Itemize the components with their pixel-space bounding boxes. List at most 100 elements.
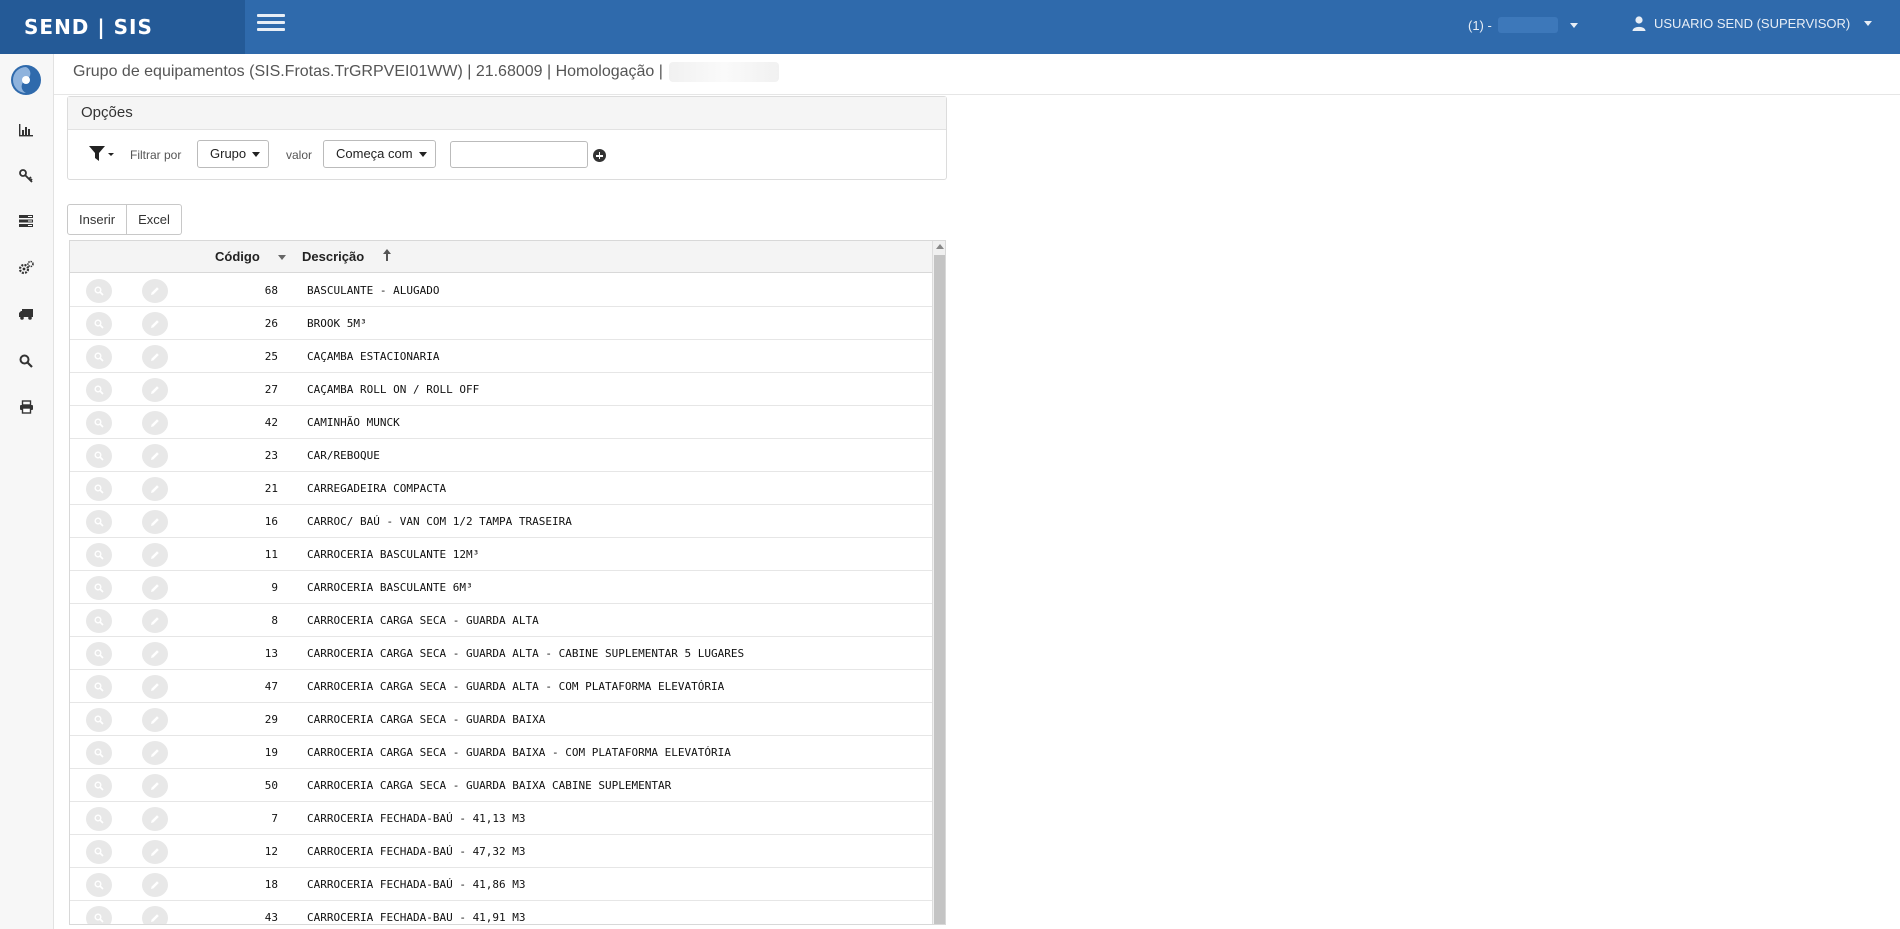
pencil-icon xyxy=(151,782,159,790)
edit-record-button[interactable] xyxy=(142,378,168,402)
edit-record-button[interactable] xyxy=(142,411,168,435)
table-row[interactable]: 12 CARROCERIA FECHADA-BAÚ - 47,32 M3 xyxy=(70,835,932,868)
table-row[interactable]: 27 CAÇAMBA ROLL ON / ROLL OFF xyxy=(70,373,932,406)
magnifier-icon xyxy=(94,748,104,758)
table-row[interactable]: 16 CARROC/ BAÚ - VAN COM 1/2 TAMPA TRASE… xyxy=(70,505,932,538)
view-record-button[interactable] xyxy=(86,312,112,336)
edit-record-button[interactable] xyxy=(142,708,168,732)
options-panel: Opções Filtrar por Grupo valor Começa co… xyxy=(67,96,947,180)
edit-record-button[interactable] xyxy=(142,873,168,897)
value-label: valor xyxy=(286,148,313,162)
printer-icon[interactable] xyxy=(16,397,36,417)
table-row[interactable]: 11 CARROCERIA BASCULANTE 12M³ xyxy=(70,538,932,571)
company-name-redacted xyxy=(1497,17,1558,33)
table-row[interactable]: 26 BROOK 5M³ xyxy=(70,307,932,340)
gears-icon[interactable] xyxy=(16,258,36,278)
table-row[interactable]: 13 CARROCERIA CARGA SECA - GUARDA ALTA -… xyxy=(70,637,932,670)
table-row[interactable]: 7 CARROCERIA FECHADA-BAÚ - 41,13 M3 xyxy=(70,802,932,835)
view-record-button[interactable] xyxy=(86,411,112,435)
app-logo-icon[interactable] xyxy=(10,64,42,96)
table-row[interactable]: 23 CAR/REBOQUE xyxy=(70,439,932,472)
cell-description: CARROCERIA CARGA SECA - GUARDA BAIXA CAB… xyxy=(307,779,672,792)
edit-record-button[interactable] xyxy=(142,840,168,864)
truck-icon[interactable] xyxy=(16,304,36,324)
table-row[interactable]: 19 CARROCERIA CARGA SECA - GUARDA BAIXA … xyxy=(70,736,932,769)
view-record-button[interactable] xyxy=(86,873,112,897)
table-row[interactable]: 8 CARROCERIA CARGA SECA - GUARDA ALTA xyxy=(70,604,932,637)
edit-record-button[interactable] xyxy=(142,345,168,369)
edit-record-button[interactable] xyxy=(142,675,168,699)
pencil-icon xyxy=(151,518,159,526)
view-record-button[interactable] xyxy=(86,906,112,924)
view-record-button[interactable] xyxy=(86,708,112,732)
edit-record-button[interactable] xyxy=(142,444,168,468)
bar-chart-icon[interactable] xyxy=(16,120,36,140)
filter-field-select[interactable]: Grupo xyxy=(197,140,270,168)
view-record-button[interactable] xyxy=(86,444,112,468)
edit-record-button[interactable] xyxy=(142,807,168,831)
brand-logo[interactable]: SEND | SIS xyxy=(0,0,245,54)
magnifier-icon xyxy=(94,583,104,593)
edit-record-button[interactable] xyxy=(142,774,168,798)
magnifier-icon xyxy=(94,781,104,791)
company-selector[interactable]: (1) - xyxy=(1468,17,1578,33)
table-row[interactable]: 47 CARROCERIA CARGA SECA - GUARDA ALTA -… xyxy=(70,670,932,703)
view-record-button[interactable] xyxy=(86,378,112,402)
scroll-up-arrow-icon[interactable] xyxy=(936,244,944,249)
table-row[interactable]: 18 CARROCERIA FECHADA-BAÚ - 41,86 M3 xyxy=(70,868,932,901)
filter-icon[interactable] xyxy=(88,145,116,168)
table-row[interactable]: 43 CARROCERIA FECHADA-BAU - 41,91 M3 xyxy=(70,901,932,924)
table-row[interactable]: 68 BASCULANTE - ALUGADO xyxy=(70,274,932,307)
table-row[interactable]: 50 CARROCERIA CARGA SECA - GUARDA BAIXA … xyxy=(70,769,932,802)
view-record-button[interactable] xyxy=(86,807,112,831)
view-record-button[interactable] xyxy=(86,345,112,369)
edit-record-button[interactable] xyxy=(142,741,168,765)
edit-record-button[interactable] xyxy=(142,543,168,567)
view-record-button[interactable] xyxy=(86,609,112,633)
list-icon[interactable] xyxy=(16,211,36,231)
cell-description: CARROCERIA FECHADA-BAÚ - 41,13 M3 xyxy=(307,812,526,825)
table-row[interactable]: 21 CARREGADEIRA COMPACTA xyxy=(70,472,932,505)
cell-code: 21 xyxy=(264,482,278,495)
magnifier-icon xyxy=(94,550,104,560)
edit-record-button[interactable] xyxy=(142,510,168,534)
column-header-description[interactable]: Descrição xyxy=(302,249,391,264)
column-header-code[interactable]: Código xyxy=(215,249,286,264)
view-record-button[interactable] xyxy=(86,741,112,765)
view-record-button[interactable] xyxy=(86,576,112,600)
view-record-button[interactable] xyxy=(86,543,112,567)
insert-button[interactable]: Inserir xyxy=(67,204,128,235)
view-record-button[interactable] xyxy=(86,510,112,534)
key-icon[interactable] xyxy=(16,166,36,186)
edit-record-button[interactable] xyxy=(142,609,168,633)
search-icon[interactable] xyxy=(16,351,36,371)
edit-record-button[interactable] xyxy=(142,477,168,501)
cell-description: CARROCERIA FECHADA-BAÚ - 47,32 M3 xyxy=(307,845,526,858)
excel-button[interactable]: Excel xyxy=(127,204,182,235)
cell-code: 8 xyxy=(271,614,278,627)
table-row[interactable]: 9 CARROCERIA BASCULANTE 6M³ xyxy=(70,571,932,604)
view-record-button[interactable] xyxy=(86,840,112,864)
add-filter-icon[interactable] xyxy=(593,149,606,162)
edit-record-button[interactable] xyxy=(142,576,168,600)
filter-operator-select[interactable]: Começa com xyxy=(323,140,436,168)
view-record-button[interactable] xyxy=(86,477,112,501)
view-record-button[interactable] xyxy=(86,279,112,303)
edit-record-button[interactable] xyxy=(142,642,168,666)
edit-record-button[interactable] xyxy=(142,906,168,924)
table-row[interactable]: 42 CAMINHÃO MUNCK xyxy=(70,406,932,439)
grid-scrollbar[interactable] xyxy=(932,241,945,924)
user-menu[interactable]: USUARIO SEND (SUPERVISOR) xyxy=(1632,16,1873,31)
view-record-button[interactable] xyxy=(86,774,112,798)
view-record-button[interactable] xyxy=(86,642,112,666)
magnifier-icon xyxy=(94,286,104,296)
view-record-button[interactable] xyxy=(86,675,112,699)
table-row[interactable]: 25 CAÇAMBA ESTACIONARIA xyxy=(70,340,932,373)
edit-record-button[interactable] xyxy=(142,279,168,303)
scrollbar-thumb[interactable] xyxy=(934,255,945,924)
edit-record-button[interactable] xyxy=(142,312,168,336)
filter-value-input[interactable] xyxy=(450,141,588,168)
pencil-icon xyxy=(151,287,159,295)
menu-icon[interactable] xyxy=(257,14,285,36)
table-row[interactable]: 29 CARROCERIA CARGA SECA - GUARDA BAIXA xyxy=(70,703,932,736)
